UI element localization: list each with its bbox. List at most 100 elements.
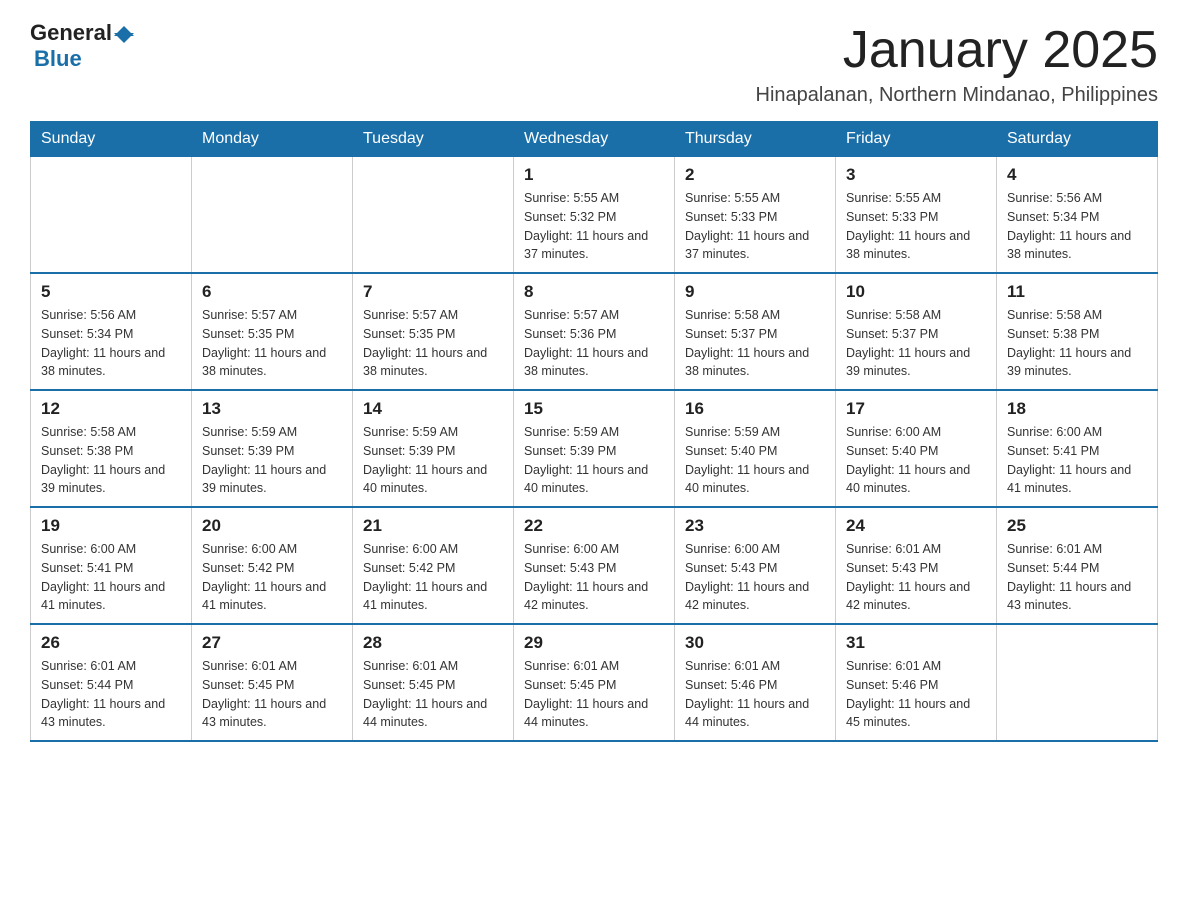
month-title: January 2025 — [843, 20, 1158, 80]
day-number: 5 — [41, 282, 181, 302]
subtitle: Hinapalanan, Northern Mindanao, Philippi… — [30, 84, 1158, 107]
day-info: Sunrise: 5:58 AMSunset: 5:37 PMDaylight:… — [846, 306, 986, 381]
day-number: 26 — [41, 633, 181, 653]
day-of-week-header: Sunday — [31, 122, 192, 157]
calendar-cell — [192, 157, 353, 274]
calendar-cell: 25Sunrise: 6:01 AMSunset: 5:44 PMDayligh… — [997, 507, 1158, 624]
day-number: 10 — [846, 282, 986, 302]
day-info: Sunrise: 6:00 AMSunset: 5:43 PMDaylight:… — [685, 540, 825, 615]
day-number: 31 — [846, 633, 986, 653]
day-number: 30 — [685, 633, 825, 653]
day-number: 8 — [524, 282, 664, 302]
day-info: Sunrise: 5:58 AMSunset: 5:38 PMDaylight:… — [41, 423, 181, 498]
day-number: 14 — [363, 399, 503, 419]
day-number: 1 — [524, 165, 664, 185]
day-number: 15 — [524, 399, 664, 419]
day-info: Sunrise: 6:00 AMSunset: 5:41 PMDaylight:… — [41, 540, 181, 615]
calendar-week-row: 12Sunrise: 5:58 AMSunset: 5:38 PMDayligh… — [31, 390, 1158, 507]
day-number: 2 — [685, 165, 825, 185]
day-of-week-header: Monday — [192, 122, 353, 157]
day-header-row: SundayMondayTuesdayWednesdayThursdayFrid… — [31, 122, 1158, 157]
day-info: Sunrise: 5:59 AMSunset: 5:39 PMDaylight:… — [363, 423, 503, 498]
calendar-cell: 17 Sunrise: 6:00 AMSunset: 5:40 PMDayligh… — [836, 390, 997, 507]
day-info: Sunrise: 5:59 AMSunset: 5:39 PMDaylight:… — [524, 423, 664, 498]
day-number: 27 — [202, 633, 342, 653]
day-info: Sunrise: 6:01 AMSunset: 5:45 PMDaylight:… — [524, 657, 664, 732]
day-info: Sunrise: 6:01 AMSunset: 5:46 PMDaylight:… — [685, 657, 825, 732]
day-number: 6 — [202, 282, 342, 302]
calendar-cell: 16 Sunrise: 5:59 AMSunset: 5:40 PMDayligh… — [675, 390, 836, 507]
calendar-cell: 24Sunrise: 6:01 AMSunset: 5:43 PMDayligh… — [836, 507, 997, 624]
calendar-cell: 20 Sunrise: 6:00 AMSunset: 5:42 PMDayligh… — [192, 507, 353, 624]
calendar-cell: 23Sunrise: 6:00 AMSunset: 5:43 PMDayligh… — [675, 507, 836, 624]
day-info: Sunrise: 6:00 AMSunset: 5:42 PMDaylight:… — [363, 540, 503, 615]
day-of-week-header: Friday — [836, 122, 997, 157]
day-info: Sunrise: 6:00 AMSunset: 5:42 PMDaylight:… — [202, 540, 342, 615]
calendar-cell: 26 Sunrise: 6:01 AMSunset: 5:44 PMDayligh… — [31, 624, 192, 741]
day-info: Sunrise: 6:00 AMSunset: 5:43 PMDaylight:… — [524, 540, 664, 615]
day-of-week-header: Thursday — [675, 122, 836, 157]
day-number: 25 — [1007, 516, 1147, 536]
day-number: 4 — [1007, 165, 1147, 185]
calendar-week-row: 26 Sunrise: 6:01 AMSunset: 5:44 PMDayligh… — [31, 624, 1158, 741]
calendar-week-row: 19 Sunrise: 6:00 AMSunset: 5:41 PMDayligh… — [31, 507, 1158, 624]
calendar-cell: 5Sunrise: 5:56 AMSunset: 5:34 PMDaylight… — [31, 273, 192, 390]
day-info: Sunrise: 5:55 AMSunset: 5:33 PMDaylight:… — [846, 189, 986, 264]
day-info: Sunrise: 6:01 AMSunset: 5:46 PMDaylight:… — [846, 657, 986, 732]
day-info: Sunrise: 5:59 AMSunset: 5:39 PMDaylight:… — [202, 423, 342, 498]
calendar-cell: 27Sunrise: 6:01 AMSunset: 5:45 PMDayligh… — [192, 624, 353, 741]
day-number: 13 — [202, 399, 342, 419]
day-number: 19 — [41, 516, 181, 536]
day-number: 11 — [1007, 282, 1147, 302]
calendar-cell: 2 Sunrise: 5:55 AMSunset: 5:33 PMDaylight… — [675, 157, 836, 274]
calendar-cell: 8Sunrise: 5:57 AMSunset: 5:36 PMDaylight… — [514, 273, 675, 390]
calendar-cell: 21 Sunrise: 6:00 AMSunset: 5:42 PMDayligh… — [353, 507, 514, 624]
calendar-cell: 4Sunrise: 5:56 AMSunset: 5:34 PMDaylight… — [997, 157, 1158, 274]
calendar-cell: 1Sunrise: 5:55 AMSunset: 5:32 PMDaylight… — [514, 157, 675, 274]
calendar-cell: 14 Sunrise: 5:59 AMSunset: 5:39 PMDayligh… — [353, 390, 514, 507]
day-info: Sunrise: 5:59 AMSunset: 5:40 PMDaylight:… — [685, 423, 825, 498]
header: General Blue January 2025 — [30, 20, 1158, 80]
calendar-cell: 7Sunrise: 5:57 AMSunset: 5:35 PMDaylight… — [353, 273, 514, 390]
calendar-cell — [353, 157, 514, 274]
day-info: Sunrise: 5:55 AMSunset: 5:33 PMDaylight:… — [685, 189, 825, 264]
day-info: Sunrise: 6:01 AMSunset: 5:44 PMDaylight:… — [41, 657, 181, 732]
day-number: 18 — [1007, 399, 1147, 419]
day-of-week-header: Tuesday — [353, 122, 514, 157]
calendar-cell: 22Sunrise: 6:00 AMSunset: 5:43 PMDayligh… — [514, 507, 675, 624]
calendar-week-row: 5Sunrise: 5:56 AMSunset: 5:34 PMDaylight… — [31, 273, 1158, 390]
day-of-week-header: Saturday — [997, 122, 1158, 157]
calendar-cell: 31 Sunrise: 6:01 AMSunset: 5:46 PMDayligh… — [836, 624, 997, 741]
day-info: Sunrise: 6:00 AMSunset: 5:41 PMDaylight:… — [1007, 423, 1147, 498]
calendar-cell: 12Sunrise: 5:58 AMSunset: 5:38 PMDayligh… — [31, 390, 192, 507]
calendar-cell: 18 Sunrise: 6:00 AMSunset: 5:41 PMDayligh… — [997, 390, 1158, 507]
day-info: Sunrise: 6:00 AMSunset: 5:40 PMDaylight:… — [846, 423, 986, 498]
calendar-week-row: 1Sunrise: 5:55 AMSunset: 5:32 PMDaylight… — [31, 157, 1158, 274]
calendar-cell: 11 Sunrise: 5:58 AMSunset: 5:38 PMDayligh… — [997, 273, 1158, 390]
day-number: 9 — [685, 282, 825, 302]
logo-general: General — [30, 20, 112, 46]
calendar-cell — [997, 624, 1158, 741]
day-info: Sunrise: 5:58 AMSunset: 5:38 PMDaylight:… — [1007, 306, 1147, 381]
day-number: 21 — [363, 516, 503, 536]
day-number: 3 — [846, 165, 986, 185]
calendar-cell: 19 Sunrise: 6:00 AMSunset: 5:41 PMDayligh… — [31, 507, 192, 624]
calendar-cell: 3 Sunrise: 5:55 AMSunset: 5:33 PMDaylight… — [836, 157, 997, 274]
calendar-cell: 15 Sunrise: 5:59 AMSunset: 5:39 PMDayligh… — [514, 390, 675, 507]
calendar-cell: 9 Sunrise: 5:58 AMSunset: 5:37 PMDaylight… — [675, 273, 836, 390]
day-number: 17 — [846, 399, 986, 419]
day-info: Sunrise: 5:58 AMSunset: 5:37 PMDaylight:… — [685, 306, 825, 381]
logo-blue: Blue — [34, 46, 82, 72]
logo: General Blue — [30, 20, 134, 72]
title-block: January 2025 — [843, 20, 1158, 80]
day-number: 16 — [685, 399, 825, 419]
day-number: 20 — [202, 516, 342, 536]
calendar-cell: 13 Sunrise: 5:59 AMSunset: 5:39 PMDayligh… — [192, 390, 353, 507]
day-info: Sunrise: 6:01 AMSunset: 5:43 PMDaylight:… — [846, 540, 986, 615]
calendar-table: SundayMondayTuesdayWednesdayThursdayFrid… — [30, 121, 1158, 742]
day-number: 7 — [363, 282, 503, 302]
day-number: 28 — [363, 633, 503, 653]
day-info: Sunrise: 6:01 AMSunset: 5:45 PMDaylight:… — [363, 657, 503, 732]
calendar-cell: 29Sunrise: 6:01 AMSunset: 5:45 PMDayligh… — [514, 624, 675, 741]
calendar-cell: 6Sunrise: 5:57 AMSunset: 5:35 PMDaylight… — [192, 273, 353, 390]
